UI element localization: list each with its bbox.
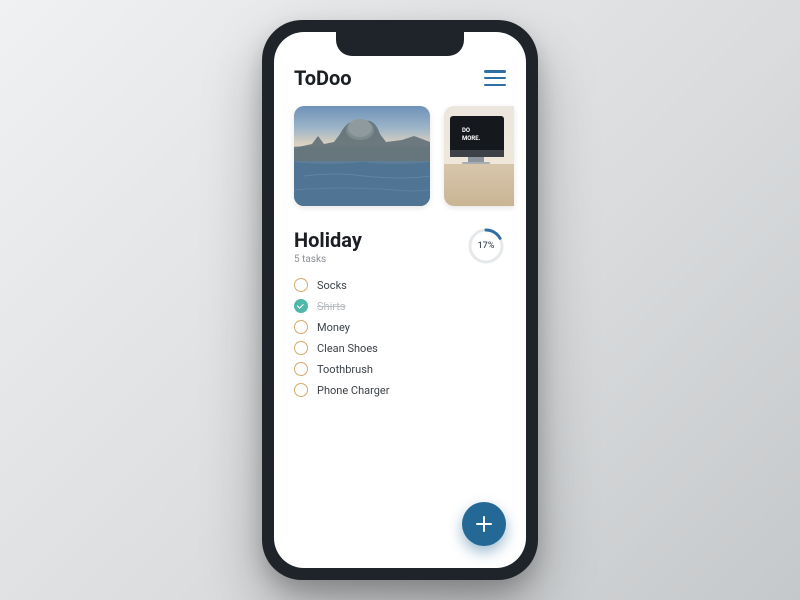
- task-item[interactable]: Socks: [294, 278, 506, 292]
- task-item[interactable]: Toothbrush: [294, 362, 506, 376]
- task-checkbox[interactable]: [294, 299, 308, 313]
- task-checkbox[interactable]: [294, 341, 308, 355]
- task-checkbox[interactable]: [294, 383, 308, 397]
- progress-ring: 17%: [466, 226, 506, 266]
- desk-imac-icon: DO MORE.: [444, 106, 514, 206]
- task-item[interactable]: Shirts: [294, 299, 506, 313]
- app-content: ToDoo: [274, 32, 526, 568]
- list-subtitle: 5 tasks: [294, 254, 362, 265]
- add-task-button[interactable]: [462, 502, 506, 546]
- list-card-holiday[interactable]: [294, 106, 430, 206]
- venice-icon: [294, 106, 430, 206]
- monitor-text-line1: DO: [462, 127, 470, 134]
- task-label: Shirts: [317, 300, 346, 313]
- monitor-text-line2: MORE.: [462, 135, 481, 142]
- task-item[interactable]: Clean Shoes: [294, 341, 506, 355]
- list-cards-row[interactable]: DO MORE.: [294, 106, 506, 206]
- phone-frame: ToDoo: [262, 20, 538, 580]
- task-list: Socks Shirts Money Clean Shoes Toothbrush Pho…: [294, 278, 506, 397]
- phone-screen: ToDoo: [274, 32, 526, 568]
- task-checkbox[interactable]: [294, 362, 308, 376]
- list-card-work[interactable]: DO MORE.: [444, 106, 514, 206]
- backdrop: ToDoo: [0, 0, 800, 600]
- task-checkbox[interactable]: [294, 320, 308, 334]
- hamburger-icon[interactable]: [484, 70, 506, 86]
- task-label: Toothbrush: [317, 363, 373, 376]
- app-title: ToDoo: [294, 66, 352, 90]
- list-title: Holiday: [294, 228, 362, 252]
- task-label: Phone Charger: [317, 384, 389, 397]
- task-label: Money: [317, 321, 350, 334]
- task-label: Socks: [317, 279, 347, 292]
- progress-label: 17%: [466, 226, 506, 266]
- task-item[interactable]: Phone Charger: [294, 383, 506, 397]
- list-header: Holiday 5 tasks 17%: [294, 226, 506, 266]
- task-checkbox[interactable]: [294, 278, 308, 292]
- task-label: Clean Shoes: [317, 342, 378, 355]
- app-header: ToDoo: [294, 66, 506, 90]
- task-item[interactable]: Money: [294, 320, 506, 334]
- phone-notch: [336, 32, 464, 56]
